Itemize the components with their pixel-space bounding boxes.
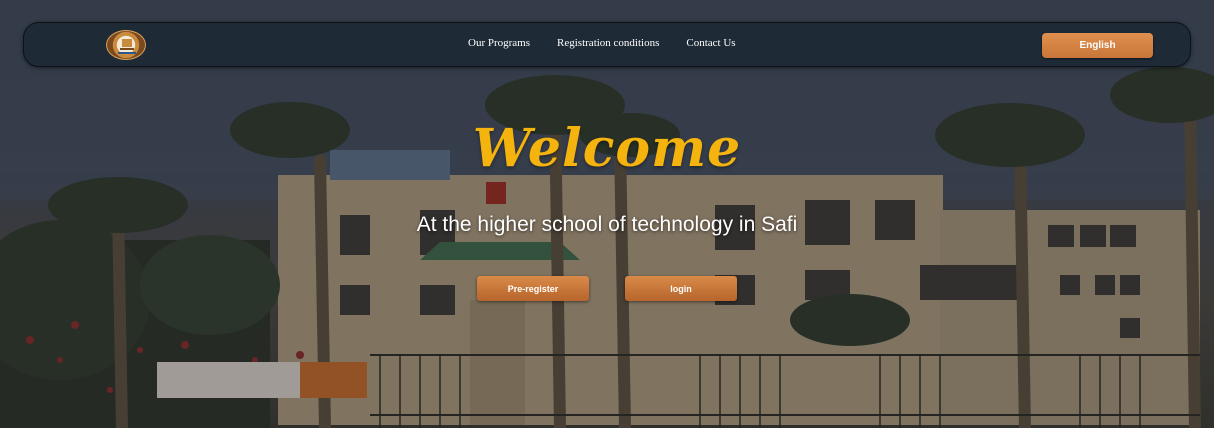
school-logo[interactable] <box>106 30 146 60</box>
preregister-button[interactable]: Pre-register <box>477 276 589 301</box>
nav-link-contact-us[interactable]: Contact Us <box>686 37 735 49</box>
hero-title: Welcome <box>472 118 742 179</box>
nav-link-our-programs[interactable]: Our Programs <box>468 37 530 49</box>
hero-subtitle: At the higher school of technology in Sa… <box>416 213 798 236</box>
login-button[interactable]: login <box>625 276 737 301</box>
nav-link-registration-conditions[interactable]: Registration conditions <box>557 37 659 49</box>
top-navbar: Our Programs Registration conditions Con… <box>23 22 1191 67</box>
nav-links: Our Programs Registration conditions Con… <box>468 37 736 49</box>
language-button[interactable]: English <box>1042 33 1153 58</box>
logo-emblem-icon <box>118 39 136 54</box>
